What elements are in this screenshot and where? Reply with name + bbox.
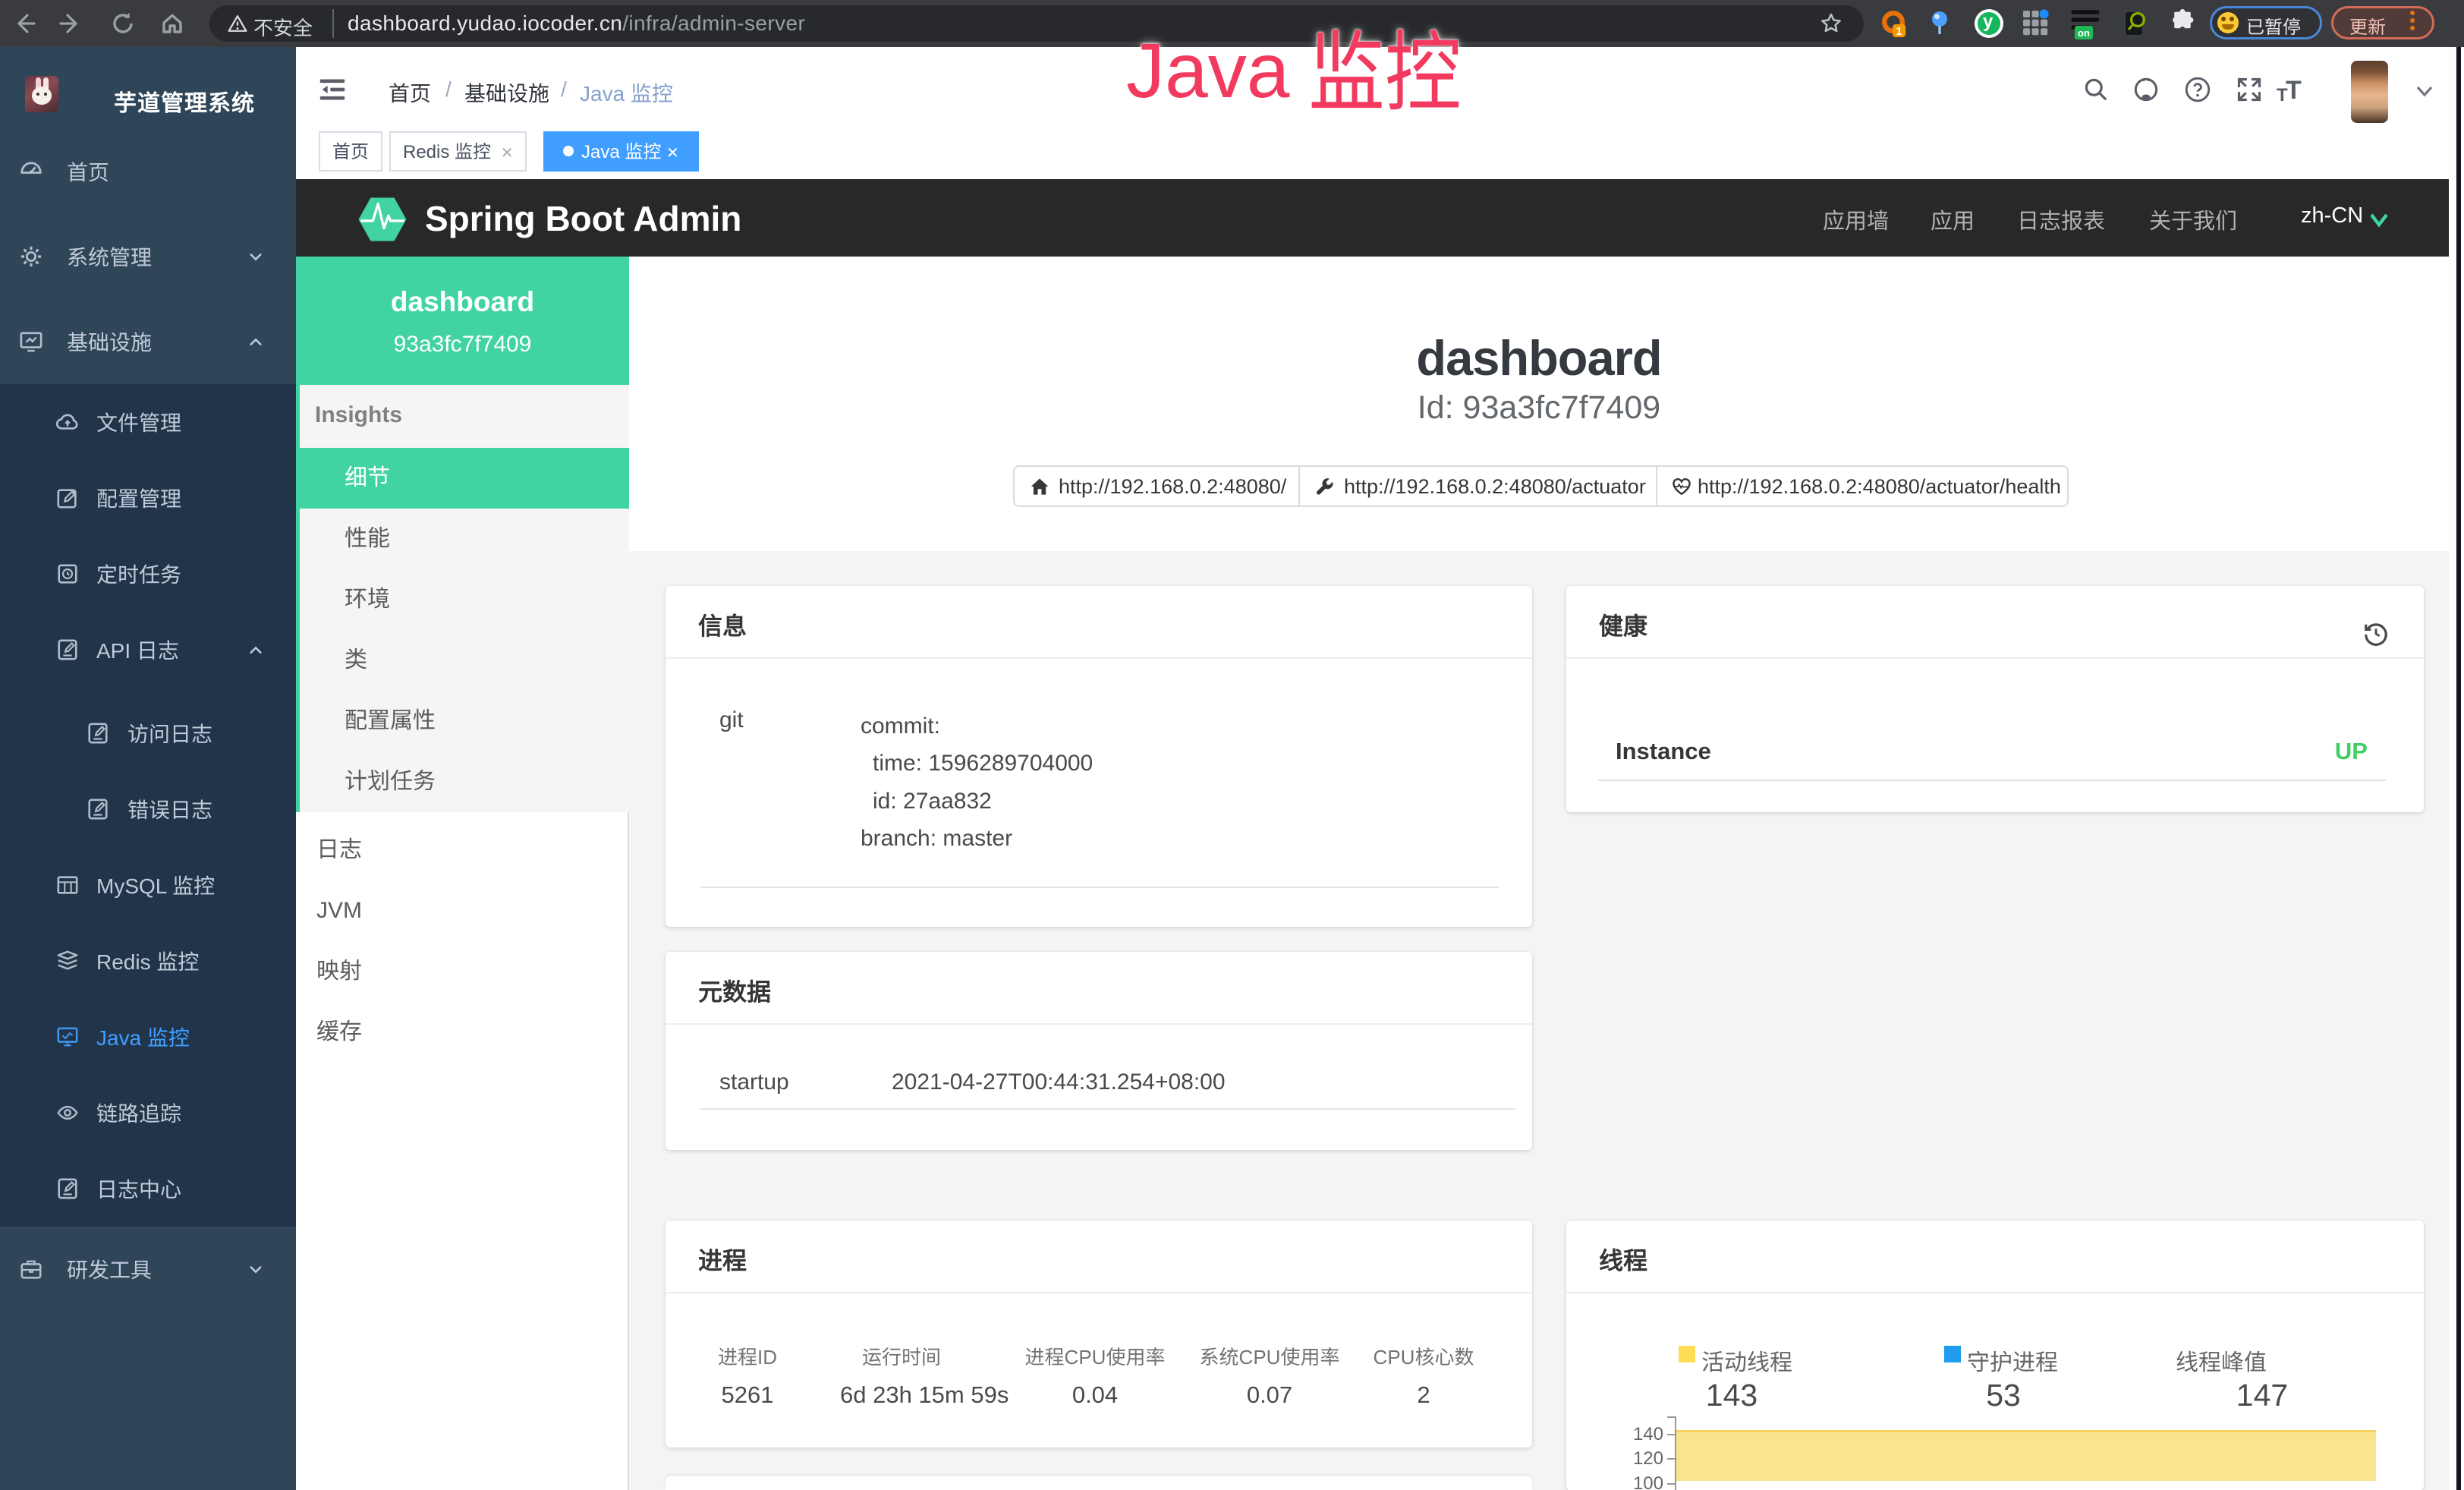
svg-text:1: 1 [1896,25,1902,38]
svg-text:on: on [2078,27,2090,39]
